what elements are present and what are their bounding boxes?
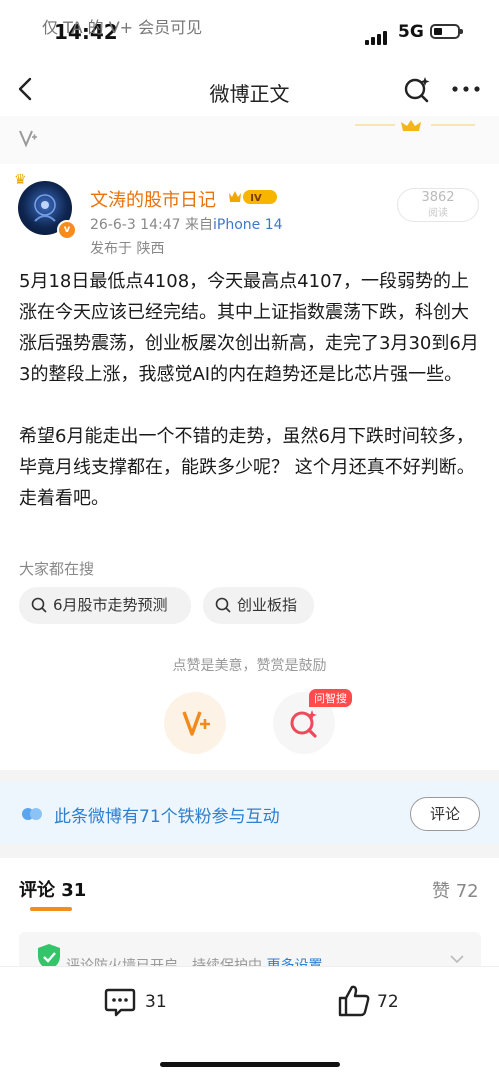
reward-button[interactable] [164,692,226,754]
search-icon [31,597,47,613]
vip-only-text: 仅 TA 的 V+ 会员可见 [42,18,203,37]
read-label: 阅读 [428,208,448,219]
nav-bar: 微博正文 [0,66,499,114]
vip-level-badge: IV [229,190,277,204]
search-icon [215,597,231,613]
hot-search-chip[interactable]: 6月股市走势预测 [19,587,191,624]
vplus-icon [182,711,210,736]
section-divider [0,770,499,782]
post-location: 发布于 陕西 [90,241,165,257]
section-divider [0,844,499,858]
signal-icon [365,26,389,45]
fans-icon [22,808,42,820]
read-count-badge: 3862 阅读 [397,188,479,222]
tab-likes[interactable]: 赞 72 [432,877,479,903]
ai-search-icon[interactable] [402,74,432,104]
hot-search-chip-label: 6月股市走势预测 [53,596,168,614]
crown-decoration-icon [355,120,475,131]
comment-button[interactable]: 评论 [410,797,480,831]
post-date: 26-6-3 14:47 [90,217,181,233]
comment-icon[interactable] [103,985,137,1019]
source-device[interactable]: iPhone 14 [213,217,283,233]
post-body: 5月18日最低点4108，今天最高点4107，一段弱势的上涨在今天应该已经完结。… [19,266,481,514]
post-meta: 26-6-3 14:47 来自iPhone 14 [90,214,283,234]
chevron-down-icon[interactable] [449,954,465,964]
home-indicator [160,1062,340,1067]
hot-search-chip[interactable]: 创业板指 [203,587,314,624]
like-count[interactable]: 72 [377,992,399,1012]
vplus-small-icon [19,130,37,148]
post-paragraph-2: 希望6月能走出一个不错的走势，虽然6月下跌时间较多，毕竟月线支撑都在，能跌多少呢… [19,426,475,509]
ask-search-tag: 问智搜 [309,689,352,707]
fans-banner-text: 此条微博有71个铁粉参与互动 [54,807,280,827]
vip-level-text: IV [250,193,262,204]
battery-icon [430,24,463,39]
source-prefix: 来自 [184,217,213,233]
tab-active-indicator [30,907,72,911]
like-icon[interactable] [336,983,372,1019]
reward-prompt: 点赞是美意，赞赏是鼓励 [172,658,327,674]
hot-search-title: 大家都在搜 [19,560,95,578]
avatar-crown-icon: ♛ [14,172,27,188]
hot-search-chip-label: 创业板指 [237,596,298,614]
post-paragraph-1: 5月18日最低点4108，今天最高点4107，一段弱势的上涨在今天应该已经完结。… [19,271,479,385]
network-type: 5G [398,22,424,42]
comment-count[interactable]: 31 [145,992,167,1012]
author-name[interactable]: 文涛的股市日记 [90,186,216,212]
tab-comments[interactable]: 评论 31 [19,876,86,902]
read-count: 3862 [421,190,455,205]
verified-badge-icon: v [57,220,77,240]
more-dots-icon[interactable] [451,76,481,102]
